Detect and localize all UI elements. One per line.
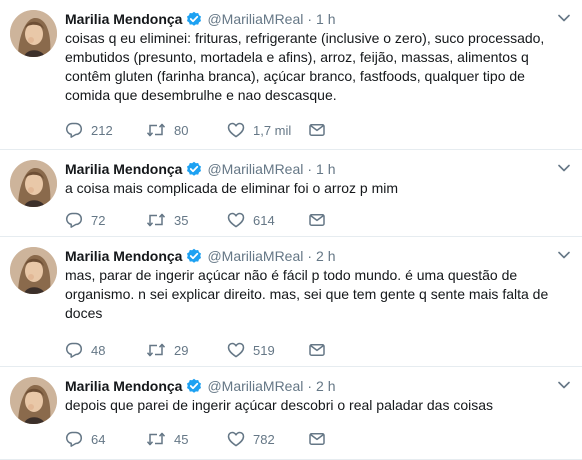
tweet-header: Marilia Mendonça @MariliaMReal · 1 h bbox=[65, 9, 336, 28]
tweet-header: Marilia Mendonça @MariliaMReal · 2 h bbox=[65, 246, 336, 265]
timestamp[interactable]: 2 h bbox=[316, 248, 335, 264]
tweet[interactable]: Marilia Mendonça @MariliaMReal · 2 h dep… bbox=[0, 367, 582, 460]
direct-message-icon bbox=[309, 344, 325, 356]
separator-dot: · bbox=[307, 160, 313, 177]
like-icon bbox=[227, 431, 245, 447]
retweet-icon bbox=[146, 432, 166, 446]
verified-badge-icon bbox=[186, 11, 202, 27]
tweet-text: a coisa mais complicada de eliminar foi … bbox=[65, 180, 399, 196]
reply-count: 48 bbox=[91, 342, 106, 358]
direct-message-button[interactable] bbox=[308, 341, 326, 359]
tweet[interactable]: Marilia Mendonça @MariliaMReal · 1 h coi… bbox=[0, 0, 582, 150]
verified-badge-icon bbox=[186, 378, 202, 394]
like-icon bbox=[227, 212, 245, 228]
like-icon bbox=[227, 342, 245, 358]
like-count: 782 bbox=[253, 431, 275, 447]
reply-button[interactable]: 48 bbox=[65, 341, 146, 359]
tweet-text: mas, parar de ingerir açúcar não é fácil… bbox=[65, 267, 549, 321]
separator-dot: · bbox=[307, 247, 313, 264]
action-bar: 72 35 614 bbox=[65, 211, 326, 229]
tweet[interactable]: Marilia Mendonça @MariliaMReal · 1 h a c… bbox=[0, 150, 582, 237]
action-bar: 48 29 519 bbox=[65, 341, 326, 359]
author-name[interactable]: Marilia Mendonça bbox=[65, 161, 182, 177]
retweet-icon bbox=[146, 343, 166, 357]
reply-icon bbox=[65, 342, 83, 358]
reply-button[interactable]: 212 bbox=[65, 121, 146, 139]
retweet-icon bbox=[146, 123, 166, 137]
retweet-count: 80 bbox=[174, 122, 189, 138]
timestamp[interactable]: 2 h bbox=[316, 378, 335, 394]
retweet-button[interactable]: 29 bbox=[146, 341, 227, 359]
action-bar: 64 45 782 bbox=[65, 430, 326, 448]
chevron-down-icon[interactable] bbox=[558, 14, 570, 22]
reply-button[interactable]: 64 bbox=[65, 430, 146, 448]
avatar[interactable] bbox=[10, 160, 57, 207]
author-handle[interactable]: @MariliaMReal bbox=[207, 161, 303, 177]
like-button[interactable]: 614 bbox=[227, 211, 308, 229]
like-icon bbox=[227, 122, 245, 138]
separator-dot: · bbox=[307, 377, 313, 394]
reply-count: 64 bbox=[91, 431, 106, 447]
retweet-button[interactable]: 35 bbox=[146, 211, 227, 229]
avatar[interactable] bbox=[10, 377, 57, 424]
separator-dot: · bbox=[307, 10, 313, 27]
author-name[interactable]: Marilia Mendonça bbox=[65, 248, 182, 264]
reply-icon bbox=[65, 212, 83, 228]
retweet-icon bbox=[146, 213, 166, 227]
retweet-count: 35 bbox=[174, 212, 189, 228]
like-count: 614 bbox=[253, 212, 275, 228]
verified-badge-icon bbox=[186, 248, 202, 264]
like-button[interactable]: 519 bbox=[227, 341, 308, 359]
timeline: Marilia Mendonça @MariliaMReal · 1 h coi… bbox=[0, 0, 582, 460]
retweet-count: 45 bbox=[174, 431, 189, 447]
reply-count: 212 bbox=[91, 122, 113, 138]
author-handle[interactable]: @MariliaMReal bbox=[207, 248, 303, 264]
tweet-header: Marilia Mendonça @MariliaMReal · 2 h bbox=[65, 376, 336, 395]
timestamp[interactable]: 1 h bbox=[316, 161, 335, 177]
author-handle[interactable]: @MariliaMReal bbox=[207, 378, 303, 394]
author-name[interactable]: Marilia Mendonça bbox=[65, 378, 182, 394]
timestamp[interactable]: 1 h bbox=[316, 11, 335, 27]
direct-message-icon bbox=[309, 124, 325, 136]
tweet-text: depois que parei de ingerir açúcar desco… bbox=[65, 397, 494, 413]
direct-message-button[interactable] bbox=[308, 211, 326, 229]
reply-count: 72 bbox=[91, 212, 106, 228]
retweet-count: 29 bbox=[174, 342, 189, 358]
author-handle[interactable]: @MariliaMReal bbox=[207, 11, 303, 27]
like-button[interactable]: 1,7 mil bbox=[227, 121, 308, 139]
direct-message-icon bbox=[309, 433, 325, 445]
tweet-text: coisas q eu eliminei: frituras, refriger… bbox=[65, 30, 545, 103]
retweet-button[interactable]: 80 bbox=[146, 121, 227, 139]
direct-message-button[interactable] bbox=[308, 430, 326, 448]
direct-message-icon bbox=[309, 214, 325, 226]
like-button[interactable]: 782 bbox=[227, 430, 308, 448]
reply-icon bbox=[65, 431, 83, 447]
chevron-down-icon[interactable] bbox=[558, 251, 570, 259]
avatar[interactable] bbox=[10, 10, 57, 57]
author-name[interactable]: Marilia Mendonça bbox=[65, 11, 182, 27]
retweet-button[interactable]: 45 bbox=[146, 430, 227, 448]
tweet[interactable]: Marilia Mendonça @MariliaMReal · 2 h mas… bbox=[0, 237, 582, 367]
tweet-header: Marilia Mendonça @MariliaMReal · 1 h bbox=[65, 159, 336, 178]
direct-message-button[interactable] bbox=[308, 121, 326, 139]
verified-badge-icon bbox=[186, 161, 202, 177]
chevron-down-icon[interactable] bbox=[558, 381, 570, 389]
reply-button[interactable]: 72 bbox=[65, 211, 146, 229]
chevron-down-icon[interactable] bbox=[558, 164, 570, 172]
action-bar: 212 80 1,7 mil bbox=[65, 121, 326, 139]
reply-icon bbox=[65, 122, 83, 138]
like-count: 1,7 mil bbox=[253, 122, 292, 138]
like-count: 519 bbox=[253, 342, 275, 358]
avatar[interactable] bbox=[10, 247, 57, 294]
